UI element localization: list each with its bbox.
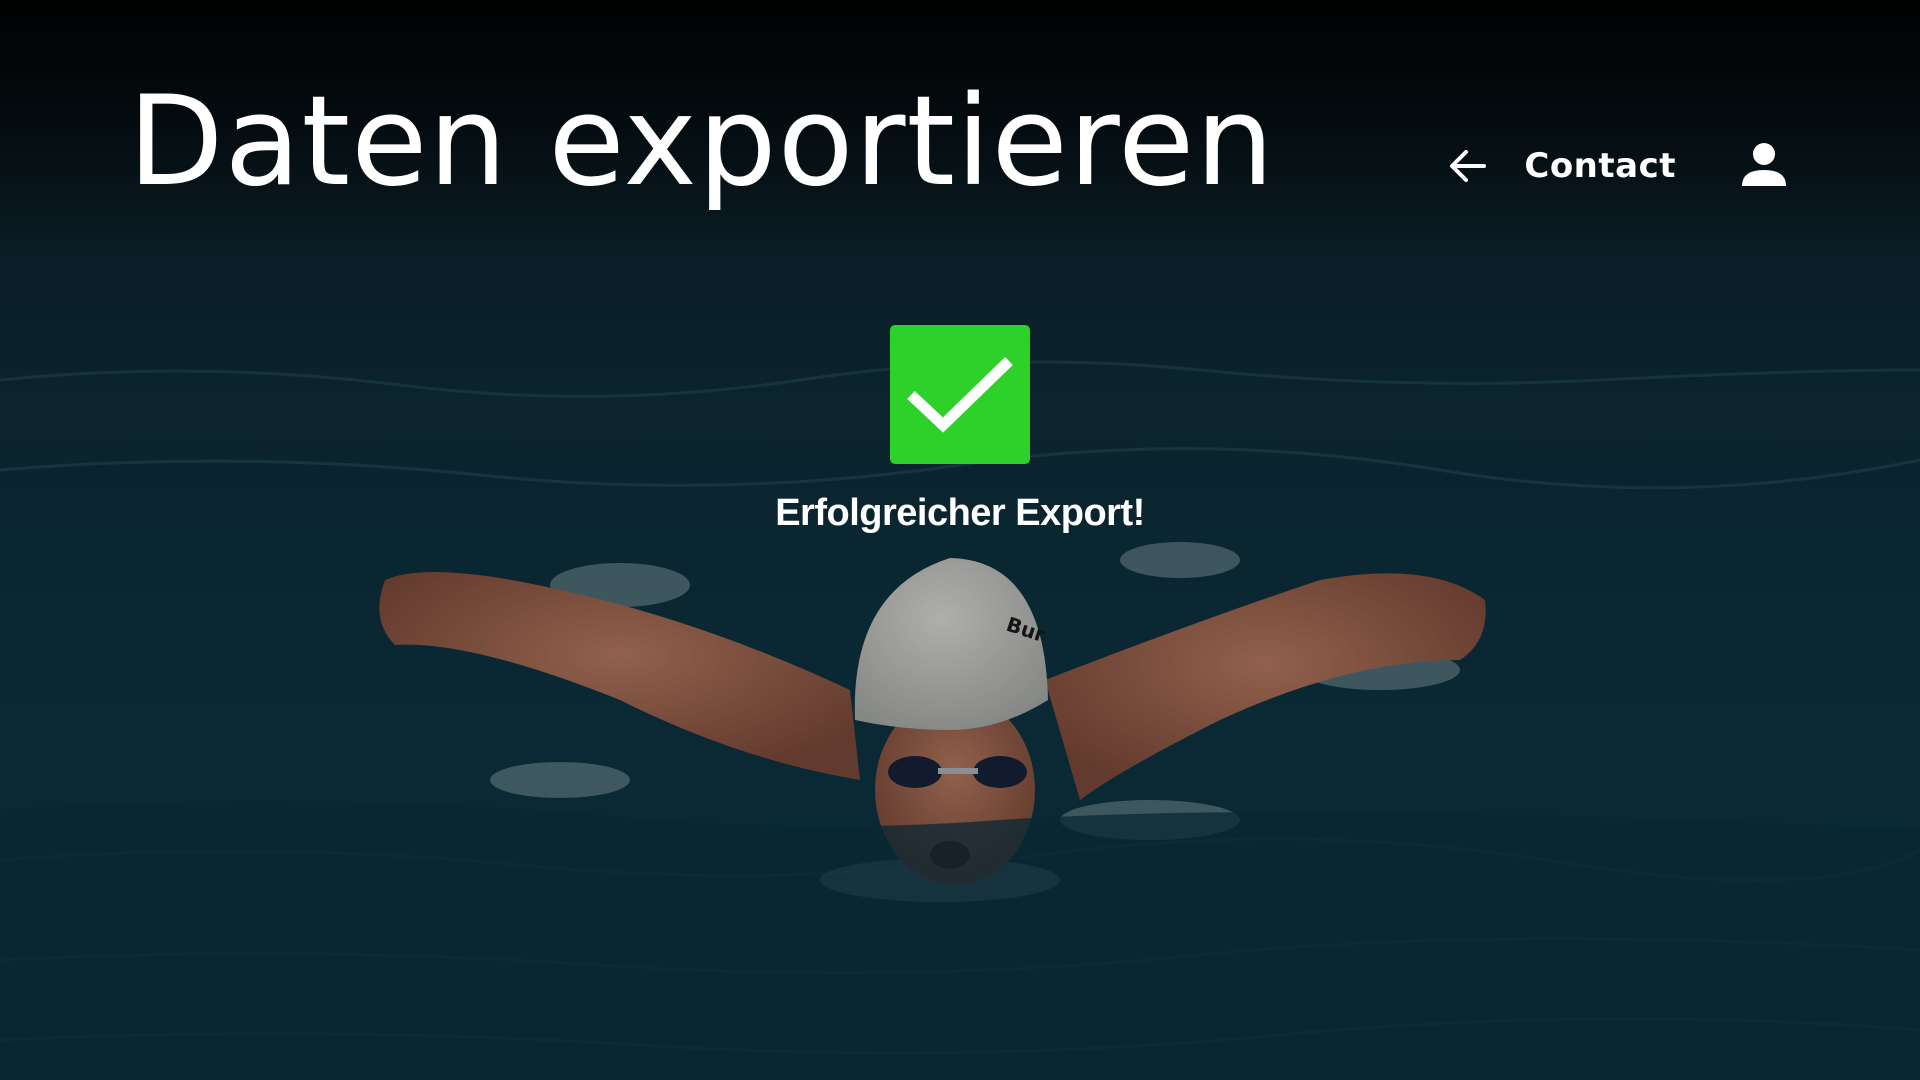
success-indicator <box>890 325 1030 464</box>
arrow-left-icon <box>1450 150 1487 182</box>
user-icon[interactable] <box>1736 138 1792 194</box>
top-nav: Contact <box>1444 124 1792 208</box>
page-title: Daten exportieren <box>128 70 1275 214</box>
contact-link[interactable]: Contact <box>1524 146 1676 186</box>
back-button[interactable] <box>1444 142 1524 190</box>
success-message: Erfolgreicher Export! <box>775 492 1145 534</box>
export-success-screen: Bur Daten exportieren Contact Erfolgreic… <box>0 0 1920 1080</box>
checkmark-icon <box>907 356 1013 433</box>
